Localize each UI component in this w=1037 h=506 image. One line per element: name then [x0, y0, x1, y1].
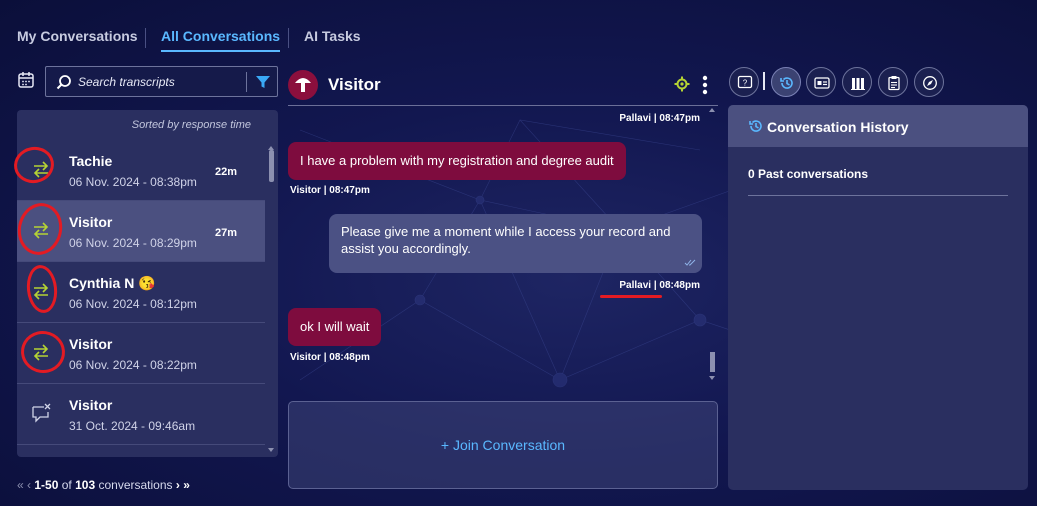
message-thread: Pallavi | 08:47pm I have a problem with … [288, 106, 718, 384]
list-item[interactable]: Visitor 31 Oct. 2024 - 09:46am [17, 384, 265, 445]
contact-name: Cynthia N 😘 [69, 275, 156, 291]
gear-icon[interactable] [674, 76, 690, 97]
contact-name: Visitor [69, 397, 113, 413]
tab-ai-tasks[interactable]: AI Tasks [304, 28, 361, 44]
avatar [288, 70, 318, 100]
more-options-icon[interactable] [702, 75, 708, 100]
page-range: 1-50 [34, 478, 59, 492]
contact-name: Tachie [69, 153, 113, 169]
tab-all-conversations[interactable]: All Conversations [161, 28, 281, 52]
wait-time: 22m [215, 166, 238, 178]
message-meta: Pallavi | 08:48pm [619, 280, 700, 291]
history-button[interactable] [771, 67, 801, 97]
chat-closed-icon [30, 402, 52, 424]
tab-divider [145, 28, 146, 48]
top-tabs: My Conversations All Conversations AI Ta… [0, 0, 1037, 60]
page-suffix: conversations [98, 478, 173, 492]
pagination: « ‹ 1-50 of 103 conversations › » [17, 478, 190, 492]
sorted-label: Sorted by response time [131, 119, 251, 131]
conversation-date: 06 Nov. 2024 - 08:22pm [69, 358, 197, 372]
message-meta: Pallavi | 08:47pm [619, 113, 700, 124]
clipboard-button[interactable] [878, 67, 908, 97]
compass-button[interactable] [914, 67, 944, 97]
conversation-date: 31 Oct. 2024 - 09:46am [69, 419, 196, 433]
last-page-icon[interactable]: » [183, 478, 190, 492]
panel-title: Conversation History [767, 119, 909, 135]
agent-message-text: Please give me a moment while I access y… [341, 224, 671, 256]
divider [748, 195, 1008, 196]
chat-scrollbar[interactable] [708, 106, 716, 382]
help-button[interactable]: ? [729, 67, 759, 97]
conversation-date: 06 Nov. 2024 - 08:38pm [69, 175, 197, 189]
join-label: + Join Conversation [440, 437, 566, 453]
contact-card-button[interactable] [806, 67, 836, 97]
join-conversation-button[interactable]: + Join Conversation [288, 401, 718, 489]
chat-header: Visitor [288, 68, 718, 106]
list-scrollbar[interactable] [267, 145, 275, 455]
conversation-history-panel: Conversation History 0 Past conversation… [728, 105, 1028, 490]
search-icon [56, 74, 72, 95]
visitor-message: I have a problem with my registration an… [288, 142, 626, 180]
search-divider [246, 72, 247, 92]
next-page-icon[interactable]: › [176, 478, 180, 492]
contact-name: Visitor [69, 336, 113, 352]
message-meta: Visitor | 08:48pm [290, 352, 370, 363]
conversation-date: 06 Nov. 2024 - 08:12pm [69, 297, 197, 311]
page-of: of [61, 478, 72, 492]
binders-button[interactable] [842, 67, 872, 97]
tab-my-conversations[interactable]: My Conversations [17, 28, 138, 44]
filter-icon[interactable] [255, 74, 271, 95]
past-conversations-count: 0 Past conversations [748, 167, 869, 181]
read-receipt-icon [684, 254, 698, 271]
svg-text:?: ? [743, 79, 748, 88]
chat-title: Visitor [328, 75, 381, 94]
search-input[interactable]: Search transcripts [78, 75, 175, 89]
list-item-partial[interactable] [17, 445, 265, 457]
toolbar-divider [763, 72, 765, 90]
visitor-message: ok I will wait [288, 308, 382, 346]
contact-name: Visitor [69, 214, 113, 230]
agent-message: Please give me a moment while I access y… [329, 214, 702, 273]
panel-header: Conversation History [728, 105, 1028, 147]
list-item[interactable]: Tachie 06 Nov. 2024 - 08:38pm 22m [17, 140, 265, 201]
total-count: 103 [75, 478, 96, 492]
tab-divider [288, 28, 289, 48]
first-page-icon[interactable]: « [17, 478, 24, 492]
conversation-date: 06 Nov. 2024 - 08:29pm [69, 236, 197, 250]
calendar-icon[interactable] [17, 71, 35, 89]
annotation-underline [600, 295, 662, 298]
history-icon [748, 118, 764, 139]
message-meta: Visitor | 08:47pm [290, 185, 370, 196]
search-box[interactable]: Search transcripts [45, 66, 278, 97]
list-scrollbar-thumb[interactable] [269, 150, 274, 182]
wait-time: 27m [215, 227, 238, 239]
prev-page-icon[interactable]: ‹ [27, 478, 31, 492]
